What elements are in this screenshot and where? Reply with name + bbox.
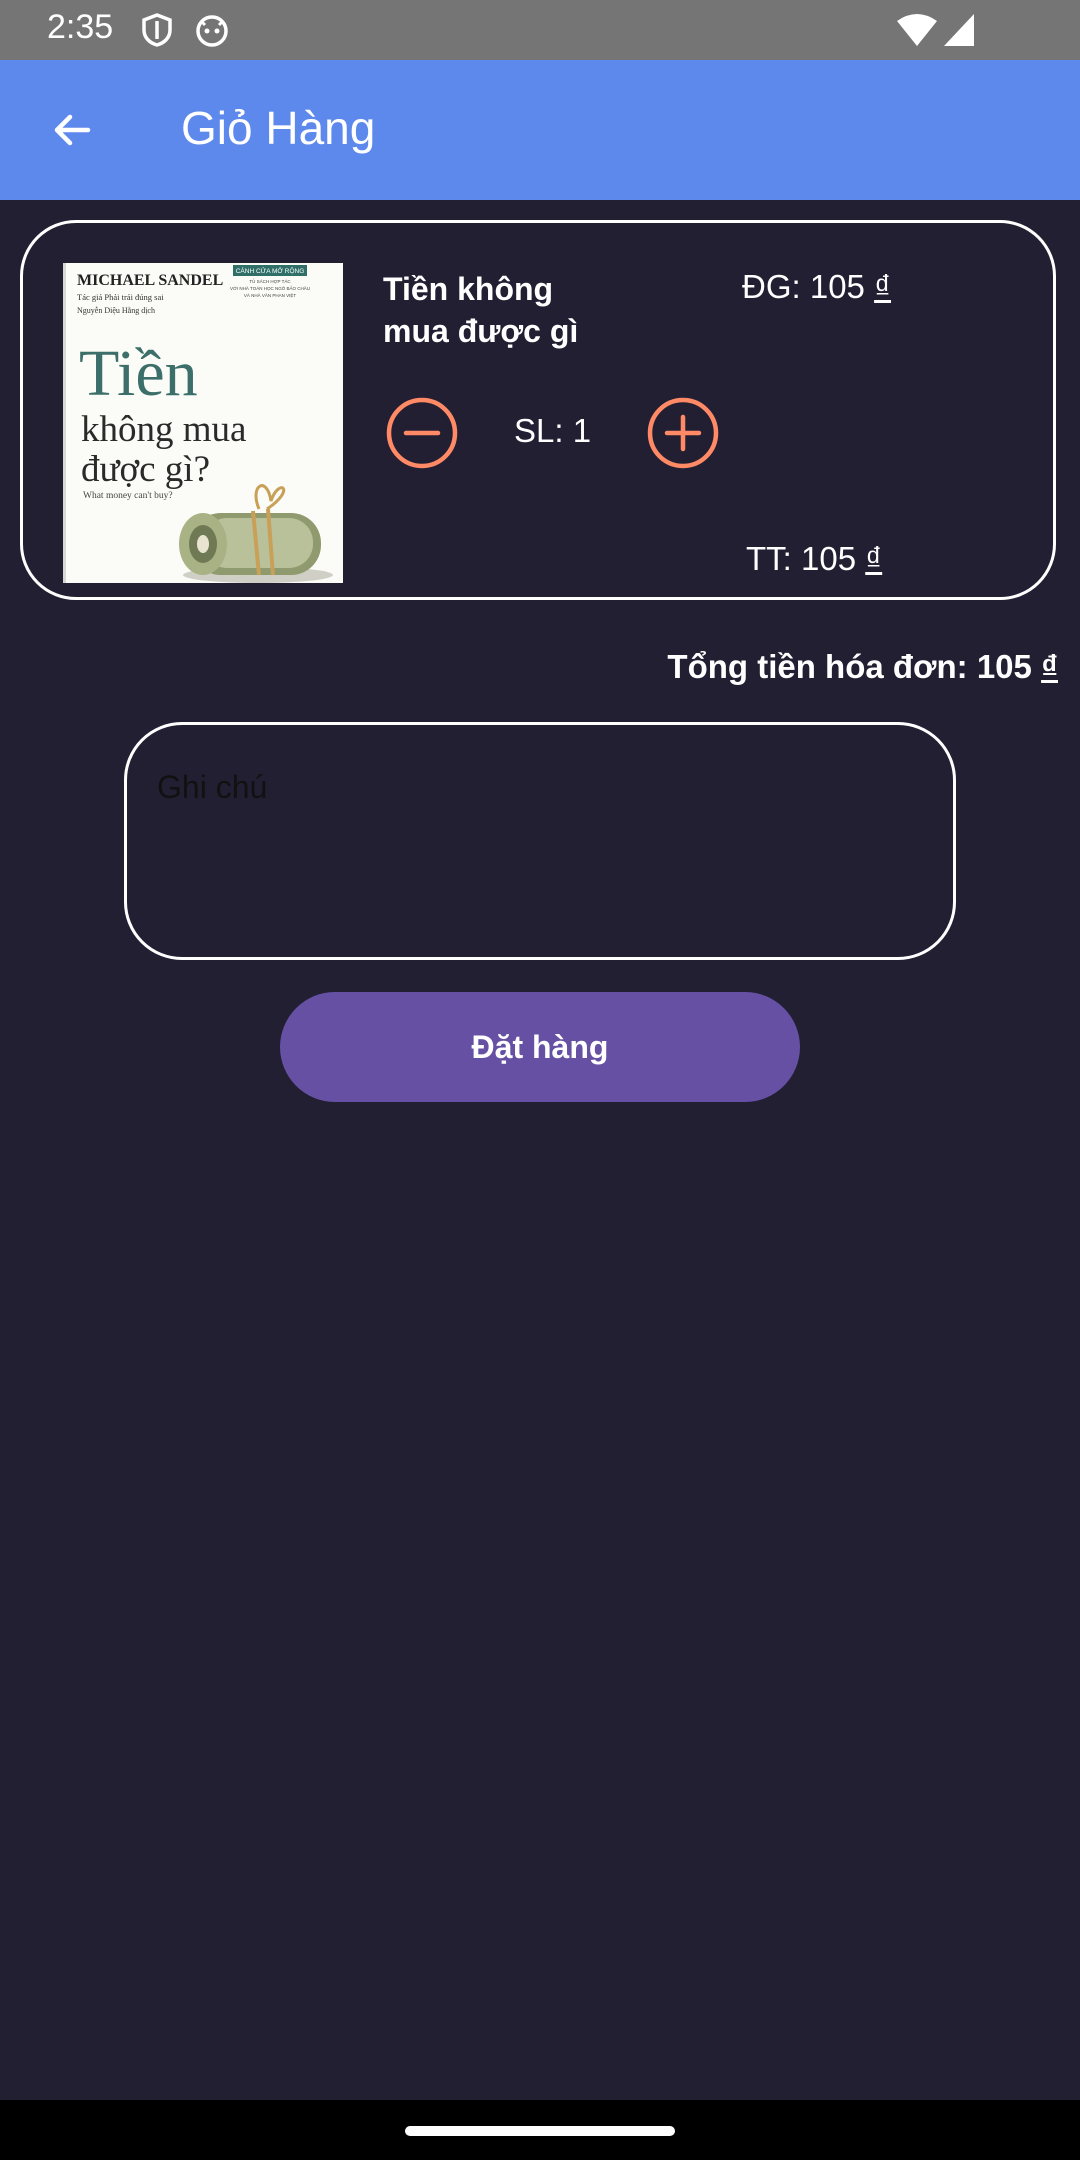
status-time: 2:35 [47, 8, 114, 46]
cover-subtitle: What money can't buy? [83, 491, 173, 501]
home-indicator[interactable] [405, 2126, 675, 2136]
plus-circle-icon [647, 397, 719, 469]
cover-by-line: Tác giả Phải trái đúng sai [77, 292, 164, 302]
status-bar: 2:35 [0, 0, 1080, 60]
minus-circle-icon [386, 397, 458, 469]
cover-author: MICHAEL SANDEL [77, 272, 223, 289]
unit-price-value: ĐG: 105 [742, 268, 865, 305]
decrease-quantity-button[interactable] [385, 396, 459, 470]
book-cover-image: MICHAEL SANDEL Tác giả Phải trái đúng sa… [63, 263, 343, 583]
cellular-signal-icon [942, 12, 976, 53]
place-order-button[interactable]: Đặt hàng [280, 992, 800, 1102]
cover-title-line-2: không mua [81, 409, 246, 450]
arrow-back-icon [54, 114, 91, 146]
shield-icon [140, 12, 174, 53]
quantity-label: SL: 1 [514, 412, 592, 449]
cover-title-line-1: Tiền [79, 337, 198, 410]
android-face-icon [194, 12, 230, 53]
cover-badge: CÁNH CỬA MỞ RỘNG [236, 266, 305, 275]
cover-badge-note-3: VÀ NHÀ VĂN PHAN VIỆT [244, 291, 297, 298]
wifi-icon [896, 12, 938, 53]
unit-price: ĐG: 105 ₫ [742, 268, 891, 306]
line-total-value: TT: 105 [746, 540, 857, 577]
invoice-total-currency: ₫ [1041, 648, 1058, 685]
invoice-total: Tổng tiền hóa đơn: 105 ₫ [667, 648, 1058, 686]
app-bar: Giỏ Hàng [0, 60, 1080, 200]
item-name: Tiền không mua được gì [383, 271, 579, 349]
line-total-currency: ₫ [865, 540, 883, 577]
cover-translator: Nguyễn Diệu Hằng dịch [77, 306, 155, 315]
back-button[interactable] [34, 92, 110, 168]
line-total: TT: 105 ₫ [746, 540, 882, 578]
page-title: Giỏ Hàng [181, 102, 376, 154]
invoice-total-value: Tổng tiền hóa đơn: 105 [667, 648, 1032, 685]
note-input[interactable] [155, 756, 929, 818]
cover-badge-note-1: TỦ SÁCH HỢP TÁC [249, 278, 291, 284]
increase-quantity-button[interactable] [646, 396, 720, 470]
cover-title-line-3: được gì? [81, 449, 210, 490]
cover-badge-note-2: VỚI NHÀ TOÁN HỌC NGÔ BẢO CHÂU [230, 285, 310, 291]
unit-price-currency: ₫ [874, 268, 892, 305]
